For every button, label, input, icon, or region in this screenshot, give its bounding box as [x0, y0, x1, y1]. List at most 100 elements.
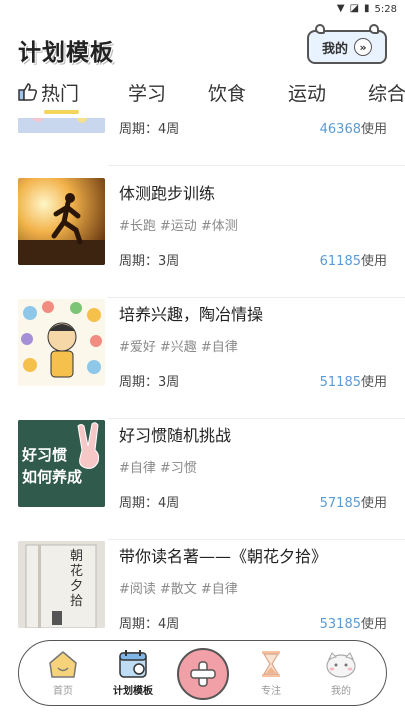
- thumbnail-line: 好习惯: [22, 446, 68, 464]
- plan-title: 培养兴趣，陶冶情操: [119, 305, 264, 324]
- illustration-icon: [18, 118, 105, 133]
- thumbnail-line: 如何养成: [22, 468, 83, 486]
- plan-list: 周期：4周 46368使用 体测跑步训练 #长跑 #运动 #体测 周期：3周 611…: [0, 118, 405, 638]
- status-bar: ▼ ◪ ▮ 5:28: [0, 0, 405, 18]
- plan-thumbnail: 好习惯 如何养成: [18, 420, 105, 507]
- ribbon-icon: [315, 24, 325, 34]
- uses-suffix: 使用: [360, 254, 387, 269]
- nav-mine[interactable]: 我的: [311, 649, 371, 697]
- plan-title: 带你读名著——《朝花夕拾》: [119, 547, 328, 566]
- plan-uses: 57185使用: [320, 492, 387, 511]
- plan-period: 周期：4周: [119, 496, 180, 511]
- plan-uses: 61185使用: [320, 250, 387, 269]
- tab-general[interactable]: 综合: [368, 80, 405, 110]
- list-item[interactable]: 周期：4周 46368使用: [0, 118, 405, 166]
- plan-title: 好习惯随机挑战: [119, 426, 232, 445]
- divider: [108, 418, 405, 419]
- tag: #自律: [119, 461, 156, 476]
- tab-label: 热门: [41, 83, 80, 105]
- ribbon-icon: [369, 24, 379, 34]
- divider: [108, 165, 405, 166]
- bottom-nav: 首页 计划模板 专注 我的: [18, 640, 387, 706]
- home-icon: [49, 651, 77, 678]
- plan-tags: #自律 #习惯: [119, 457, 201, 476]
- uses-count: 46368: [319, 122, 361, 137]
- uses-count: 53185: [319, 617, 361, 632]
- book-cover-icon: [18, 541, 105, 628]
- nav-plan-template[interactable]: 计划模板: [103, 649, 163, 697]
- nav-focus[interactable]: 专注: [241, 649, 301, 697]
- uses-suffix: 使用: [360, 617, 387, 632]
- plan-period: 周期：3周: [119, 375, 180, 390]
- divider: [108, 297, 405, 298]
- plan-thumbnail: [18, 178, 105, 265]
- uses-count: 61185: [319, 254, 361, 269]
- nav-label: 我的: [331, 686, 351, 697]
- plan-thumbnail: 朝花夕拾: [18, 541, 105, 628]
- battery-icon: ▮: [364, 3, 370, 14]
- runner-photo-icon: [18, 178, 105, 265]
- tag: #体测: [200, 219, 238, 234]
- plan-period: 周期：4周: [119, 617, 180, 632]
- plan-title: 体测跑步训练: [119, 184, 216, 203]
- nav-label: 计划模板: [113, 686, 153, 697]
- tab-sport[interactable]: 运动: [288, 80, 326, 110]
- chevron-right-icon: »: [354, 38, 372, 56]
- uses-count: 57185: [319, 496, 361, 511]
- tab-label: 运动: [288, 83, 327, 105]
- plan-thumbnail: [18, 299, 105, 386]
- tab-label: 学习: [128, 83, 167, 105]
- tab-study[interactable]: 学习: [128, 80, 166, 110]
- tab-underline: [44, 110, 80, 114]
- tag: #爱好: [119, 340, 156, 355]
- uses-suffix: 使用: [360, 496, 387, 511]
- nav-label: 专注: [261, 686, 281, 697]
- divider: [108, 539, 405, 540]
- plan-thumbnail: [18, 118, 105, 133]
- tag: #运动: [159, 219, 197, 234]
- tag: #散文: [159, 582, 197, 597]
- tag: #兴趣: [159, 340, 197, 355]
- mine-button[interactable]: 我的 »: [307, 24, 387, 64]
- status-time: 5:28: [374, 3, 397, 15]
- plan-uses: 53185使用: [320, 613, 387, 632]
- header: 计划模板 我的 »: [0, 24, 405, 68]
- tab-label: 饮食: [208, 83, 247, 105]
- nav-label: 首页: [53, 686, 73, 697]
- uses-count: 51185: [319, 375, 361, 390]
- add-plan-button[interactable]: [177, 648, 229, 700]
- calendar-icon: [119, 650, 147, 678]
- thumbs-up-icon: [18, 83, 38, 101]
- plan-period: 周期：4周: [119, 122, 180, 137]
- list-item[interactable]: 朝花夕拾 带你读名著——《朝花夕拾》 #阅读 #散文 #自律 周期：4周 53185…: [0, 541, 405, 638]
- cat-face-icon: [326, 652, 356, 678]
- tag: #长跑: [119, 219, 156, 234]
- plan-uses: 46368使用: [320, 118, 387, 137]
- list-item[interactable]: 培养兴趣，陶冶情操 #爱好 #兴趣 #自律 周期：3周 51185使用: [0, 299, 405, 419]
- hobbies-illustration-icon: [18, 299, 105, 386]
- tab-hot[interactable]: 热门: [18, 80, 80, 114]
- list-item[interactable]: 体测跑步训练 #长跑 #运动 #体测 周期：3周 61185使用: [0, 178, 405, 298]
- category-tabs: 热门 学习 饮食 运动 综合: [0, 80, 405, 116]
- tag: #阅读: [119, 582, 156, 597]
- list-item[interactable]: 好习惯 如何养成 好习惯随机挑战 #自律 #习惯 周期：4周 57185使用: [0, 420, 405, 540]
- plan-tags: #爱好 #兴趣 #自律: [119, 336, 242, 355]
- tag: #自律: [200, 582, 238, 597]
- plan-period: 周期：3周: [119, 254, 180, 269]
- wifi-icon: ▼: [336, 3, 345, 14]
- plan-tags: #长跑 #运动 #体测: [119, 215, 242, 234]
- nav-home[interactable]: 首页: [33, 649, 93, 697]
- signal-off-icon: ◪: [349, 3, 360, 14]
- uses-suffix: 使用: [360, 375, 387, 390]
- page-title: 计划模板: [18, 40, 114, 66]
- plan-uses: 51185使用: [320, 371, 387, 390]
- tag: #自律: [200, 340, 238, 355]
- tab-label: 综合: [368, 83, 405, 105]
- tag: #习惯: [159, 461, 197, 476]
- plan-tags: #阅读 #散文 #自律: [119, 578, 242, 597]
- mine-button-label: 我的: [321, 41, 348, 57]
- plus-icon: [190, 661, 216, 687]
- tab-diet[interactable]: 饮食: [208, 80, 246, 110]
- thumbnail-text: 朝花夕拾: [70, 549, 84, 609]
- thumbnail-text: 好习惯 如何养成: [22, 444, 82, 488]
